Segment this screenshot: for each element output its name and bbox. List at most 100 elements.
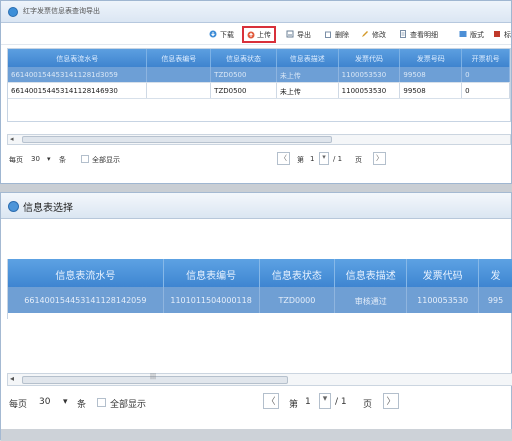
per-page-select[interactable]: 30 (31, 155, 40, 163)
column-header[interactable]: 信息表状态 (211, 49, 277, 67)
table-row[interactable]: 6614001544531411281d3059 TZD0500 未上传 110… (8, 67, 510, 83)
bottom-edge (1, 429, 512, 441)
column-header[interactable]: 信息表编号 (147, 49, 212, 67)
page-select[interactable]: ▾ (319, 393, 331, 409)
column-header[interactable]: 信息表描述 (335, 259, 408, 287)
column-header[interactable]: 信息表流水号 (8, 49, 148, 67)
page-select[interactable]: ▾ (319, 152, 329, 165)
toolbar: 下载 上传 导出 删除 修改 查看明细 版式 标 (1, 23, 511, 45)
query-export-window: 红字发票信息表查询导出 下载 上传 导出 删除 修改 查看明细 版式 标 信息表… (0, 0, 512, 184)
column-header[interactable]: 信息表状态 (260, 259, 336, 287)
table-cell: 审核通过 (335, 287, 408, 313)
tag-icon (494, 31, 500, 37)
delete-button[interactable]: 删除 (324, 27, 349, 42)
pagination-bar: 每页 30 ▾ 条 全部显示 〈 第 1 ▾ / 1 页 〉 (1, 389, 512, 415)
table-cell: TZD0500 (211, 83, 277, 98)
table-row[interactable]: 661400154453141128142059 110101150400011… (8, 287, 512, 313)
next-page-button[interactable]: 〉 (383, 393, 399, 409)
horizontal-scrollbar[interactable]: ◂ (7, 134, 511, 145)
download-button[interactable]: 下载 (209, 27, 234, 42)
download-icon (209, 30, 217, 38)
per-page-label: 每页 (9, 156, 23, 164)
table-cell: 0 (462, 83, 510, 98)
scrollbar-thumb[interactable] (22, 136, 332, 143)
upload-icon (247, 31, 255, 39)
column-header[interactable]: 开票机号 (462, 49, 510, 67)
table-cell: 1100053530 (339, 67, 401, 82)
per-page-unit: 条 (77, 400, 87, 410)
layout-icon (459, 31, 467, 37)
prev-page-button[interactable]: 〈 (277, 152, 290, 165)
scroll-left-icon[interactable]: ◂ (10, 374, 14, 383)
table-cell: TZD0500 (211, 67, 277, 82)
column-header[interactable]: 信息表描述 (277, 49, 339, 67)
export-icon (286, 30, 294, 38)
document-icon (400, 30, 406, 38)
table-cell: 6614001544531411281d3059 (8, 67, 148, 82)
per-page-label: 每页 (9, 400, 28, 410)
window-title: 红字发票信息表查询导出 (23, 7, 100, 15)
table-cell: 99508 (400, 67, 463, 82)
next-page-button[interactable]: 〉 (373, 152, 386, 165)
show-all-label: 全部显示 (92, 156, 120, 164)
page-total: / 1 (335, 397, 347, 407)
grid-header: 信息表流水号 信息表编号 信息表状态 信息表描述 发票代码 发 (8, 259, 512, 287)
table-cell: 661400154453141128142059 (8, 287, 164, 313)
column-header[interactable]: 信息表编号 (164, 259, 260, 287)
horizontal-scrollbar[interactable]: ◂ ||| (7, 373, 512, 386)
edit-button[interactable]: 修改 (361, 27, 386, 42)
chevron-down-icon[interactable]: ▾ (63, 397, 68, 407)
info-select-window: 信息表选择 信息表流水号 信息表编号 信息表状态 信息表描述 发票代码 发 66… (0, 192, 512, 441)
show-all-checkbox[interactable] (97, 398, 106, 407)
page-suffix: 页 (363, 400, 373, 410)
column-header[interactable]: 发票号码 (400, 49, 463, 67)
column-header[interactable]: 发票代码 (339, 49, 401, 67)
page-input[interactable]: 1 (305, 397, 311, 407)
grip-icon: ||| (150, 373, 157, 380)
page-suffix: 页 (355, 156, 362, 164)
per-page-select[interactable]: 30 (39, 397, 50, 407)
per-page-unit: 条 (59, 156, 66, 164)
page-input[interactable]: 1 (310, 155, 314, 163)
column-header[interactable]: 信息表流水号 (8, 259, 164, 287)
pagination-bar: 每页 30 ▾ 条 全部显示 〈 第 1 ▾ / 1 页 〉 (1, 149, 512, 173)
view-detail-button[interactable]: 查看明细 (399, 27, 438, 42)
info-table-grid: 信息表流水号 信息表编号 信息表状态 信息表描述 发票代码 发票号码 开票机号 … (7, 48, 511, 122)
table-cell: 未上传 (277, 83, 339, 98)
more-button[interactable]: 标 (493, 27, 511, 42)
column-header[interactable]: 发 (479, 259, 512, 287)
table-cell: 1100053530 (339, 83, 401, 98)
window-gap (0, 184, 512, 192)
pencil-icon (362, 31, 368, 37)
window-title-bar: 红字发票信息表查询导出 (1, 1, 511, 23)
table-row[interactable]: 661400154453141128146930 TZD0500 未上传 110… (8, 83, 510, 99)
window-title-bar: 信息表选择 (1, 193, 511, 219)
table-cell: 0 (462, 67, 510, 82)
table-cell: 661400154453141128146930 (8, 83, 148, 98)
export-button[interactable]: 导出 (286, 27, 311, 42)
upload-button[interactable]: 上传 (242, 26, 276, 43)
show-all-checkbox[interactable] (81, 155, 89, 163)
column-header[interactable]: 发票代码 (407, 259, 480, 287)
scroll-left-icon[interactable]: ◂ (10, 135, 14, 143)
page-prefix: 第 (289, 400, 299, 410)
window-title: 信息表选择 (23, 203, 73, 214)
table-cell: 1101011504000118 (164, 287, 260, 313)
table-cell: 995 (479, 287, 512, 313)
table-cell (147, 67, 212, 82)
page-total: / 1 (333, 155, 343, 163)
info-select-grid: 信息表流水号 信息表编号 信息表状态 信息表描述 发票代码 发 66140015… (7, 259, 512, 319)
style-button[interactable]: 版式 (459, 27, 484, 42)
app-icon (8, 7, 18, 17)
chevron-down-icon[interactable]: ▾ (47, 155, 51, 163)
table-cell (147, 83, 212, 98)
table-cell: 1100053530 (407, 287, 480, 313)
delete-icon (325, 31, 331, 38)
prev-page-button[interactable]: 〈 (263, 393, 279, 409)
table-cell: 99508 (400, 83, 463, 98)
table-cell: TZD0000 (260, 287, 336, 313)
show-all-label: 全部显示 (110, 400, 147, 410)
grid-header: 信息表流水号 信息表编号 信息表状态 信息表描述 发票代码 发票号码 开票机号 (8, 49, 510, 67)
page-prefix: 第 (297, 156, 304, 164)
app-icon (8, 201, 19, 212)
